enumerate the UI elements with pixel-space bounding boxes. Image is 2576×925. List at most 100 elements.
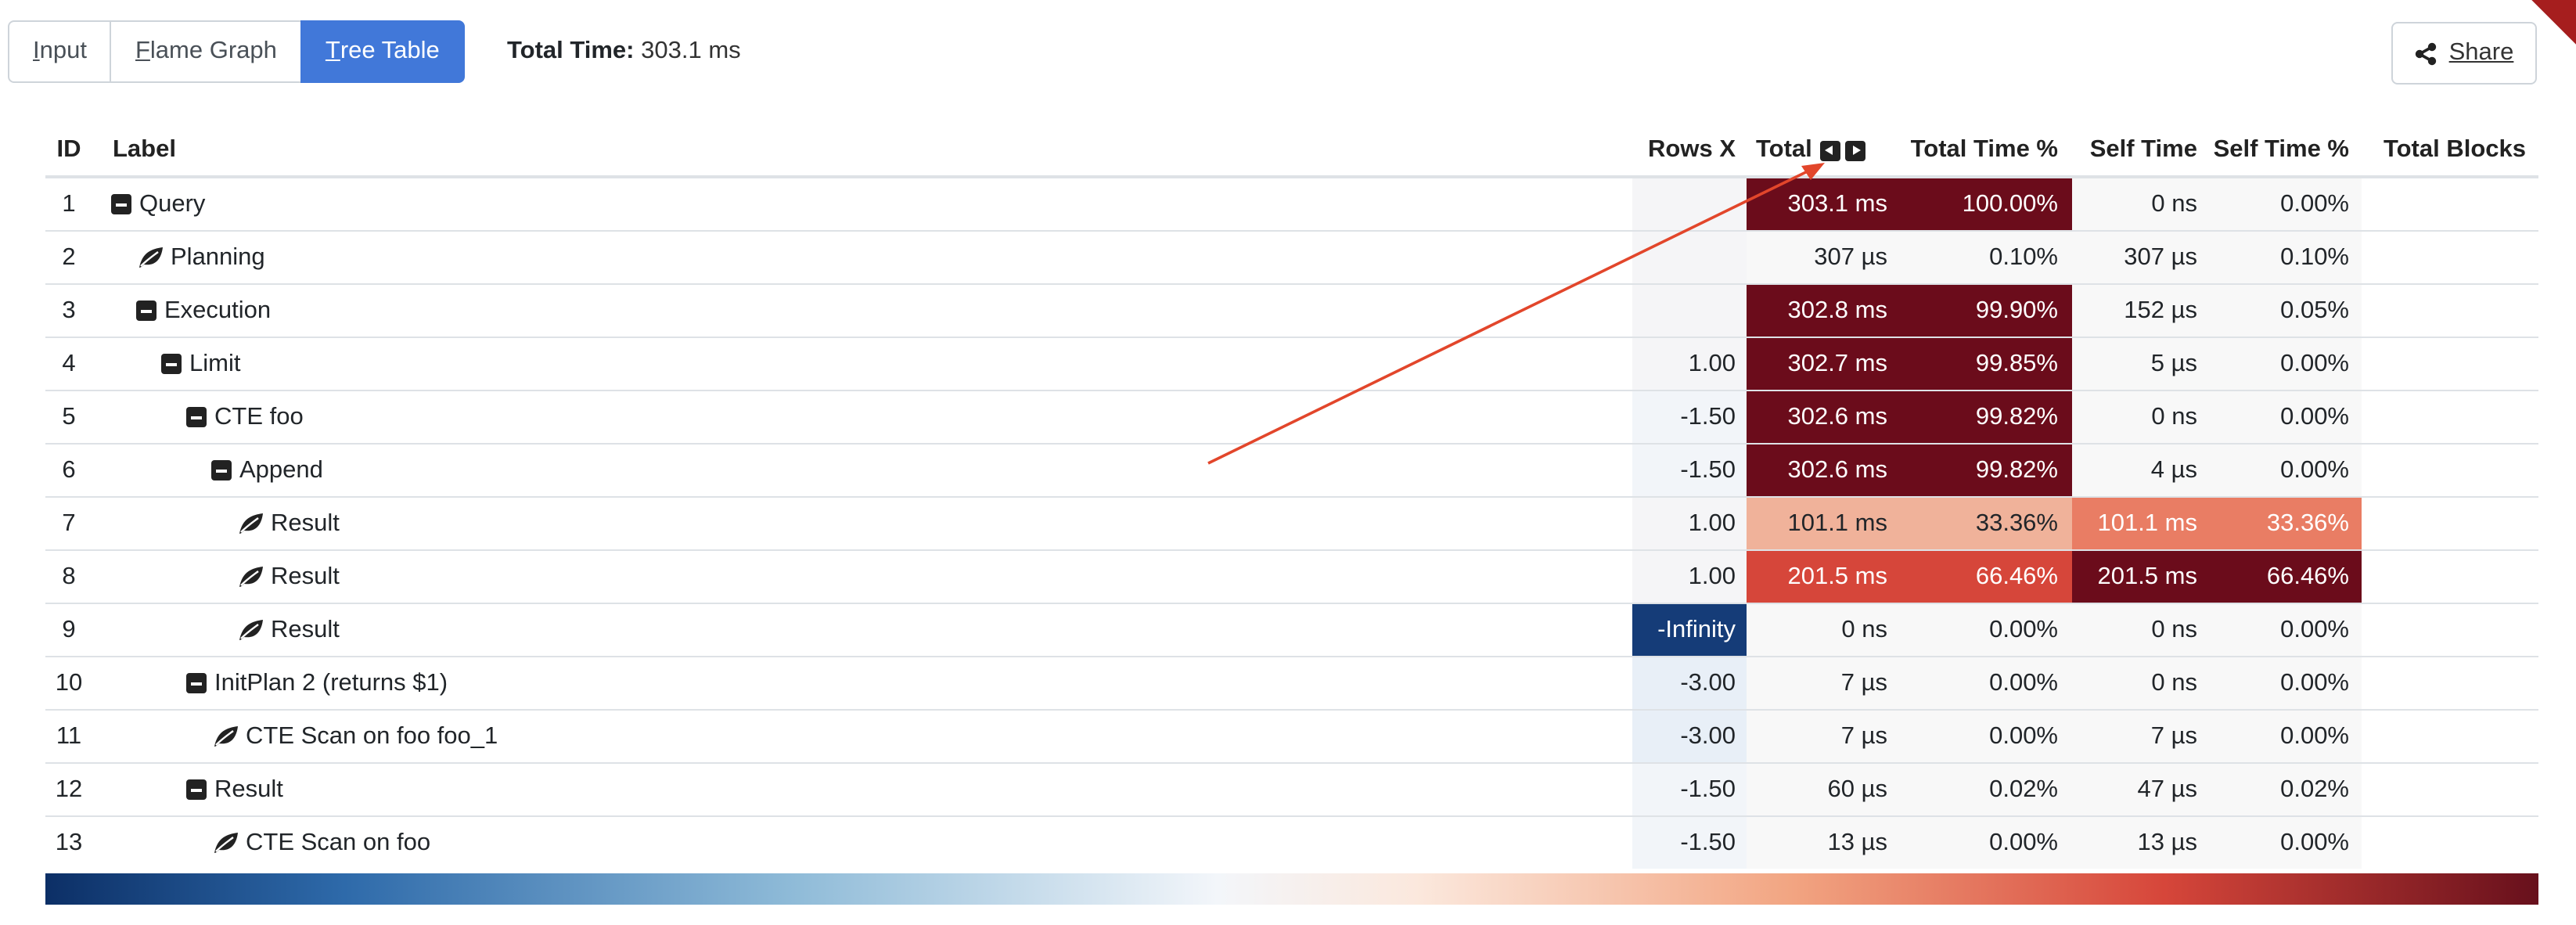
collapse-icon[interactable] xyxy=(186,407,207,427)
cell-total: 302.6 ms xyxy=(1747,445,1909,496)
collapse-icon[interactable] xyxy=(111,194,131,214)
cell-blocks xyxy=(2362,657,2538,709)
total-time: Total Time: 303.1 ms xyxy=(507,38,741,66)
cell-self-pct: 0.02% xyxy=(2210,764,2362,815)
cell-self: 152 µs xyxy=(2072,285,2210,337)
col-self-pct-header[interactable]: Self Time % xyxy=(2210,125,2362,175)
collapse-icon[interactable] xyxy=(211,460,232,480)
node-label: Result xyxy=(271,563,340,589)
leaf-icon xyxy=(236,564,264,589)
table-header: ID Label Rows X Total Total Time % Self … xyxy=(45,125,2538,178)
cell-id: 1 xyxy=(62,190,76,217)
table-row[interactable]: 12 Result -1.50 60 µs 0.02% 47 µs 0.02% xyxy=(45,764,2538,817)
node-label: Result xyxy=(271,616,340,642)
cell-blocks xyxy=(2362,711,2538,762)
cell-total-pct: 99.82% xyxy=(1909,391,2072,443)
cell-self: 101.1 ms xyxy=(2072,498,2210,549)
tab-tree-table-access-key: T xyxy=(325,38,340,64)
collapse-icon[interactable] xyxy=(186,673,207,693)
leaf-icon xyxy=(211,830,239,855)
cell-self: 4 µs xyxy=(2072,445,2210,496)
table-row[interactable]: 6 Append -1.50 302.6 ms 99.82% 4 µs 0.00% xyxy=(45,445,2538,498)
cell-id: 9 xyxy=(62,616,76,642)
col-total-pct-header[interactable]: Total Time % xyxy=(1909,125,2072,175)
col-id-header[interactable]: ID xyxy=(45,125,92,175)
table-row[interactable]: 7 Result 1.00 101.1 ms 33.36% 101.1 ms 33.36% xyxy=(45,498,2538,551)
cell-self: 7 µs xyxy=(2072,711,2210,762)
cell-self: 5 µs xyxy=(2072,338,2210,390)
cell-total: 201.5 ms xyxy=(1747,551,1909,603)
cell-label: CTE Scan on foo foo_1 xyxy=(92,711,1632,762)
collapse-icon[interactable] xyxy=(161,354,182,374)
cell-total-pct: 0.10% xyxy=(1909,232,2072,283)
cell-rows: -Infinity xyxy=(1632,604,1747,656)
cell-label: Query xyxy=(92,178,1632,230)
col-total-header[interactable]: Total xyxy=(1747,125,1909,175)
cell-total: 13 µs xyxy=(1747,817,1909,869)
table-row[interactable]: 11 CTE Scan on foo foo_1 -3.00 7 µs 0.00% 7 µ… xyxy=(45,711,2538,764)
cell-id: 11 xyxy=(56,722,82,749)
col-label-header[interactable]: Label xyxy=(92,125,1632,175)
col-rows-header[interactable]: Rows X xyxy=(1632,125,1747,175)
cell-self-pct: 0.00% xyxy=(2210,657,2362,709)
node-label: InitPlan 2 (returns $1) xyxy=(214,669,448,696)
leaf-icon xyxy=(236,511,264,536)
share-button[interactable]: Share xyxy=(2391,22,2537,85)
cell-blocks xyxy=(2362,232,2538,283)
table-row[interactable]: 8 Result 1.00 201.5 ms 66.46% 201.5 ms 66.46% xyxy=(45,551,2538,604)
table-row[interactable]: 5 CTE foo -1.50 302.6 ms 99.82% 0 ns 0.00% xyxy=(45,391,2538,445)
cell-id: 13 xyxy=(55,829,83,855)
cell-self: 13 µs xyxy=(2072,817,2210,869)
cell-total-pct: 0.00% xyxy=(1909,817,2072,869)
cell-rows: 1.00 xyxy=(1632,338,1747,390)
total-time-value: 303.1 ms xyxy=(641,38,741,64)
cell-self: 0 ns xyxy=(2072,391,2210,443)
leaf-icon xyxy=(211,724,239,749)
tab-flame-graph[interactable]: Flame Graph xyxy=(110,20,302,83)
table-row[interactable]: 13 CTE Scan on foo -1.50 13 µs 0.00% 13 µs 0.0… xyxy=(45,817,2538,869)
node-label: Result xyxy=(214,776,283,802)
cell-rows: -1.50 xyxy=(1632,764,1747,815)
cell-total-pct: 99.90% xyxy=(1909,285,2072,337)
node-label: Limit xyxy=(189,350,241,376)
cell-total: 101.1 ms xyxy=(1747,498,1909,549)
cell-rows xyxy=(1632,285,1747,337)
tab-flame-graph-label: lame Graph xyxy=(149,38,277,64)
cell-self: 0 ns xyxy=(2072,657,2210,709)
cell-total: 302.7 ms xyxy=(1747,338,1909,390)
cell-id: 8 xyxy=(62,563,76,589)
table-row[interactable]: 10 InitPlan 2 (returns $1) -3.00 7 µs 0.00% 0… xyxy=(45,657,2538,711)
share-icon xyxy=(2415,41,2436,65)
cell-self: 201.5 ms xyxy=(2072,551,2210,603)
node-label: Append xyxy=(239,456,323,483)
cell-blocks xyxy=(2362,178,2538,230)
col-total-label: Total xyxy=(1756,136,1812,163)
tab-tree-table[interactable]: Tree Table xyxy=(300,20,465,83)
caret-left-icon[interactable] xyxy=(1819,140,1840,160)
table-row[interactable]: 3 Execution 302.8 ms 99.90% 152 µs 0.05% xyxy=(45,285,2538,338)
collapse-icon[interactable] xyxy=(136,301,157,321)
cell-blocks xyxy=(2362,391,2538,443)
cell-id: 2 xyxy=(62,243,76,270)
table-row[interactable]: 1 Query 303.1 ms 100.00% 0 ns 0.00% xyxy=(45,178,2538,232)
cell-label: InitPlan 2 (returns $1) xyxy=(92,657,1632,709)
collapse-icon[interactable] xyxy=(186,779,207,800)
tab-input[interactable]: Input xyxy=(8,20,112,83)
cell-blocks xyxy=(2362,817,2538,869)
cell-total: 60 µs xyxy=(1747,764,1909,815)
table-row[interactable]: 4 Limit 1.00 302.7 ms 99.85% 5 µs 0.00% xyxy=(45,338,2538,391)
cell-rows: 1.00 xyxy=(1632,551,1747,603)
table-row[interactable]: 9 Result -Infinity 0 ns 0.00% 0 ns 0.00% xyxy=(45,604,2538,657)
cell-id: 4 xyxy=(62,350,76,376)
cell-id: 7 xyxy=(62,509,76,536)
cell-blocks xyxy=(2362,498,2538,549)
cell-self-pct: 0.05% xyxy=(2210,285,2362,337)
caret-right-icon[interactable] xyxy=(1844,140,1865,160)
cell-self-pct: 0.10% xyxy=(2210,232,2362,283)
col-self-header[interactable]: Self Time xyxy=(2072,125,2210,175)
table-row[interactable]: 2 Planning 307 µs 0.10% 307 µs 0.10% xyxy=(45,232,2538,285)
cell-total-pct: 66.46% xyxy=(1909,551,2072,603)
cell-label: Limit xyxy=(92,338,1632,390)
col-blocks-header[interactable]: Total Blocks xyxy=(2362,125,2538,175)
cell-rows xyxy=(1632,178,1747,230)
